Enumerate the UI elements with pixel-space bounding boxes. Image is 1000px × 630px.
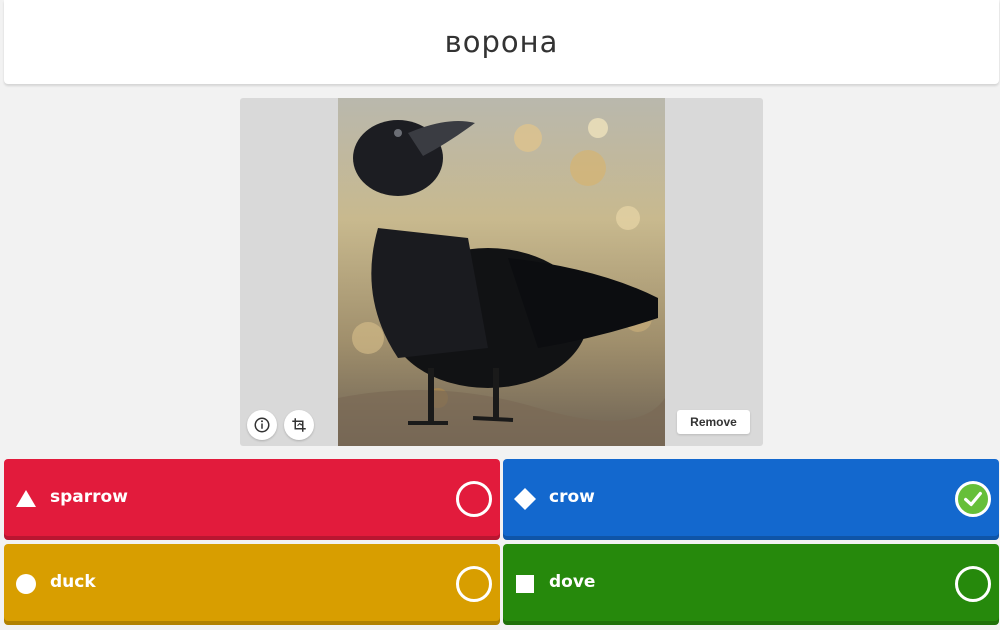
answer-label: crow (549, 487, 595, 507)
answer-dove[interactable]: dove (503, 544, 999, 625)
info-icon (254, 417, 270, 433)
answer-duck[interactable]: duck (4, 544, 500, 625)
checkmark-icon (964, 491, 982, 507)
question-header: ворона (4, 0, 999, 84)
remove-button[interactable]: Remove (677, 410, 750, 434)
answer-label: sparrow (50, 487, 128, 507)
crow-photo-icon (338, 98, 665, 446)
answer-check-circle[interactable] (456, 566, 492, 602)
circle-icon (15, 573, 37, 595)
diamond-icon (514, 488, 536, 510)
answer-label: dove (549, 572, 596, 592)
answer-check-circle[interactable] (955, 481, 991, 517)
info-button[interactable] (247, 410, 277, 440)
triangle-icon (15, 488, 37, 510)
answer-check-circle[interactable] (955, 566, 991, 602)
answer-check-circle[interactable] (456, 481, 492, 517)
answers-grid: sparrow crow duck dove (4, 459, 999, 627)
answer-sparrow[interactable]: sparrow (4, 459, 500, 540)
crop-button[interactable] (284, 410, 314, 440)
square-icon (514, 573, 536, 595)
answer-label: duck (50, 572, 96, 592)
answer-crow[interactable]: crow (503, 459, 999, 540)
crop-icon (292, 418, 306, 432)
crow-image (338, 98, 665, 446)
question-title[interactable]: ворона (445, 25, 559, 59)
media-panel: Remove (240, 98, 763, 446)
